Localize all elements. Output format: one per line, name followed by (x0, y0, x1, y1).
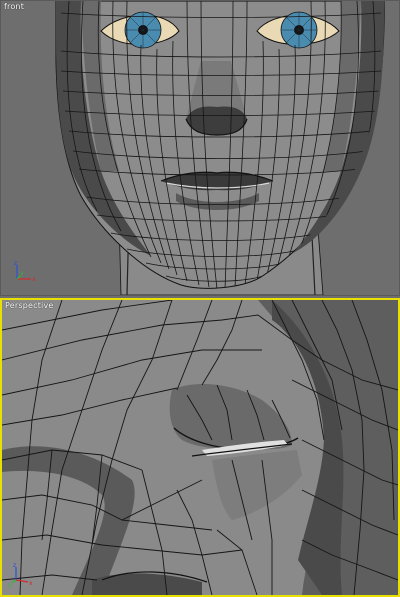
front-viewport-canvas[interactable] (1, 1, 399, 295)
axis-z-label: z (14, 260, 17, 267)
perspective-axis-tripod: x z y (8, 562, 33, 588)
perspective-viewport-label[interactable]: Perspective (5, 301, 54, 311)
axis-y-label: y (20, 270, 24, 277)
front-axis-tripod: x z y (14, 260, 36, 283)
axis-z-label: z (13, 562, 16, 569)
axis-x-label: x (29, 580, 33, 587)
front-viewport-label[interactable]: front (4, 2, 24, 12)
axis-x-label: x (32, 276, 36, 283)
axis-y-label: y (8, 582, 12, 588)
perspective-viewport-canvas[interactable] (2, 300, 398, 595)
dual-viewport-editor: front x z y Perspective x z y (0, 0, 400, 597)
front-viewport[interactable]: front x z y (0, 0, 400, 296)
perspective-viewport[interactable]: Perspective x z y (0, 298, 400, 597)
axis-y-line (11, 579, 17, 584)
axis-x-line (15, 579, 29, 583)
